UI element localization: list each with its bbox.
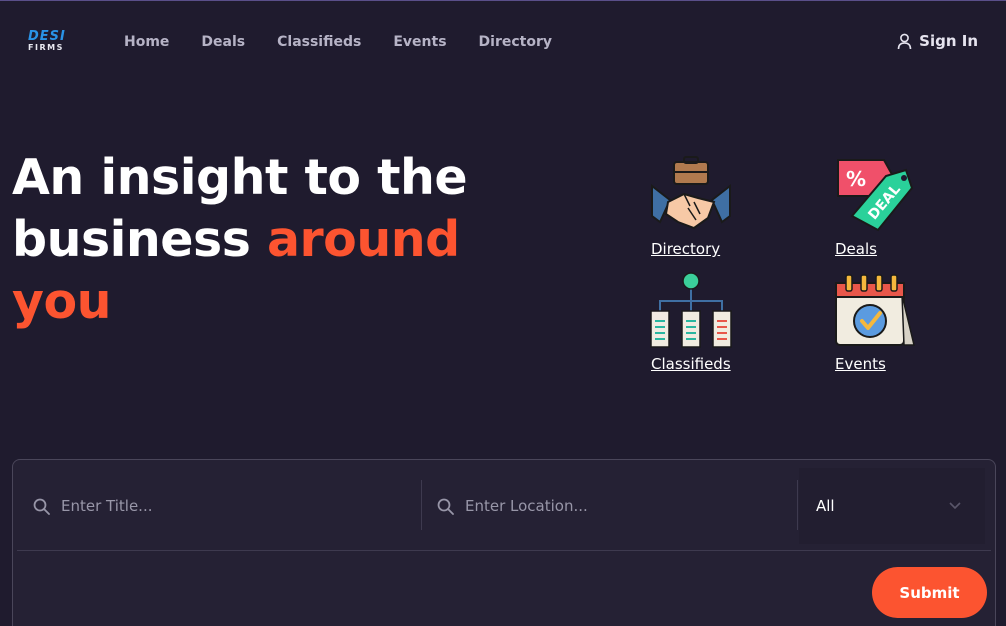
classifieds-network-icon: [650, 272, 732, 348]
nav-directory[interactable]: Directory: [479, 34, 552, 50]
category-select-value: All: [816, 497, 835, 515]
submit-button[interactable]: Submit: [872, 567, 987, 618]
user-icon: [897, 33, 912, 49]
hero-line2-accent: around: [266, 211, 460, 268]
search-icon: [33, 498, 50, 515]
search-form: All Submit: [12, 459, 996, 626]
hero-title: An insight to the business around you: [12, 147, 482, 333]
field-divider: [797, 480, 798, 530]
nav-classifieds[interactable]: Classifieds: [277, 34, 361, 50]
category-classifieds[interactable]: Classifieds: [650, 271, 740, 376]
hero-line2-plain: business: [12, 211, 267, 268]
nav-deals[interactable]: Deals: [201, 34, 245, 50]
nav-home[interactable]: Home: [124, 34, 169, 50]
field-divider: [421, 480, 422, 530]
category-deals[interactable]: % DEAL Deals: [834, 156, 924, 261]
handshake-icon: [651, 156, 731, 230]
site-header: DESI FIRMS Home Deals Classifieds Events…: [0, 1, 1006, 85]
deal-tag-icon: % DEAL: [837, 159, 914, 232]
sign-in-label: Sign In: [919, 32, 978, 50]
logo-line2: FIRMS: [28, 43, 64, 52]
chevron-down-icon: [949, 502, 961, 510]
logo-line1: DESI: [28, 29, 66, 44]
category-label-events[interactable]: Events: [835, 355, 886, 373]
location-field[interactable]: [437, 468, 797, 544]
category-label-deals[interactable]: Deals: [835, 240, 877, 258]
calendar-check-icon: [835, 274, 915, 346]
category-label-directory[interactable]: Directory: [651, 240, 720, 258]
logo[interactable]: DESI FIRMS: [28, 29, 74, 53]
form-divider: [17, 550, 991, 551]
nav-events[interactable]: Events: [393, 34, 446, 50]
category-label-classifieds[interactable]: Classifieds: [651, 355, 731, 373]
main-nav: Home Deals Classifieds Events Directory: [124, 34, 584, 50]
hero-line3-accent: you: [12, 273, 112, 330]
title-input[interactable]: [61, 497, 381, 515]
location-input[interactable]: [465, 497, 785, 515]
search-icon: [437, 498, 454, 515]
category-events[interactable]: Events: [834, 271, 924, 376]
hero-line1: An insight to the: [12, 149, 468, 206]
category-select[interactable]: All: [799, 468, 985, 544]
svg-text:%: %: [846, 167, 866, 191]
category-directory[interactable]: Directory: [650, 156, 740, 261]
sign-in-button[interactable]: Sign In: [897, 32, 978, 50]
title-field[interactable]: [33, 468, 413, 544]
